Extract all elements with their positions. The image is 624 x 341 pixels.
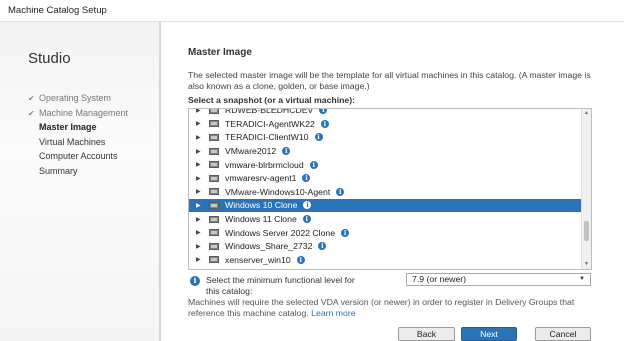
page-title: Master Image [188, 47, 252, 58]
virtual-machine-icon [209, 133, 219, 141]
functional-level-value: 7.9 (or newer) [412, 274, 467, 284]
title-bar: Machine Catalog Setup [0, 0, 624, 22]
tree-item[interactable]: ▶ Windows 11 Clone i [189, 212, 582, 226]
info-icon[interactable]: i [302, 174, 311, 183]
main-panel: Master Image The selected master image w… [161, 22, 624, 341]
virtual-machine-icon [209, 229, 219, 237]
expand-arrow-icon[interactable]: ▶ [196, 161, 204, 168]
scrollbar-thumb[interactable] [584, 221, 589, 241]
snapshot-tree[interactable]: ▶ RDWEB-BLEDHCDEV i ▶ TERADICI-AgentWK22 i ▶ TE… [188, 108, 592, 270]
step-virtual-machines: Virtual Machines [39, 136, 106, 147]
tree-scrollbar[interactable]: ▲ ▼ [581, 109, 591, 269]
tree-item-label: RDWEB-BLEDHCDEV [225, 108, 314, 116]
expand-arrow-icon[interactable]: ▶ [196, 229, 204, 236]
scroll-up-arrow-icon[interactable]: ▲ [582, 109, 591, 118]
virtual-machine-icon [209, 120, 219, 128]
expand-arrow-icon[interactable]: ▶ [196, 188, 204, 195]
info-icon[interactable]: i [318, 242, 327, 251]
tree-item[interactable]: ▶ Windows 10 Clone i [189, 198, 582, 213]
tree-item-label: xenserver_win10 [225, 254, 291, 265]
info-icon[interactable]: i [282, 147, 291, 156]
wizard-sidebar: Studio ✔ Operating System ✔ Machine Manage… [0, 22, 161, 341]
info-icon: i [190, 276, 200, 286]
checkmark-icon: ✔ [28, 108, 35, 118]
info-icon[interactable]: i [309, 160, 318, 169]
step-summary: Summary [39, 165, 78, 176]
app-name: Studio [28, 50, 71, 67]
tree-item-label: VMware-Windows10-Agent [225, 186, 331, 197]
checkmark-icon: ✔ [28, 94, 35, 103]
tree-item-label: VMware2012 [225, 146, 277, 157]
tree-item[interactable]: ▶ VMware-Windows10-Agent i [189, 185, 582, 199]
expand-arrow-icon[interactable]: ▶ [196, 109, 204, 114]
virtual-machine-icon [209, 161, 219, 169]
vda-note: Machines will require the selected VDA v… [188, 297, 575, 318]
virtual-machine-icon [209, 188, 219, 196]
tree-item[interactable]: ▶ RDWEB-BLEDHCDEV i [189, 108, 582, 117]
virtual-machine-icon [209, 215, 219, 223]
tree-item[interactable]: ▶ Windows_Share_2732 i [189, 240, 582, 254]
tree-item[interactable]: ▶ vmwaresrv-agent1 i [189, 172, 582, 186]
step-master-image: Master Image [39, 122, 97, 132]
tree-item[interactable]: ▶ TERADICI-AgentWK22 i [189, 117, 582, 131]
tree-item-label: Windows_Share_2732 [225, 241, 313, 252]
scroll-down-arrow-icon[interactable]: ▼ [582, 260, 591, 269]
virtual-machine-icon [209, 256, 219, 264]
expand-arrow-icon[interactable]: ▶ [196, 120, 204, 127]
step-machine-management[interactable]: ✔ Machine Management [28, 108, 128, 123]
step-operating-system[interactable]: ✔ Operating System [28, 93, 128, 108]
tree-item[interactable]: ▶ xenserver_win10 i [189, 253, 582, 267]
tree-item-label: TERADICI-ClientW10 [225, 132, 309, 143]
virtual-machine-icon [209, 109, 219, 114]
expand-arrow-icon[interactable]: ▶ [196, 216, 204, 223]
virtual-machine-icon [209, 147, 219, 155]
cancel-button[interactable]: Cancel [535, 327, 591, 341]
info-icon[interactable]: i [320, 119, 329, 128]
expand-arrow-icon[interactable]: ▶ [196, 243, 204, 250]
tree-item[interactable]: ▶ vmware-blrbrmcloud i [189, 158, 582, 172]
tree-item[interactable]: ▶ TERADICI-ClientW10 i [189, 131, 582, 145]
snapshot-select-label: Select a snapshot (or a virtual machine)… [188, 95, 356, 105]
back-button[interactable]: Back [398, 327, 455, 341]
virtual-machine-icon [209, 242, 219, 250]
step-computer-accounts: Computer Accounts [39, 151, 118, 161]
functional-level-label: Select the minimum functional level for … [206, 275, 355, 296]
tree-item-label: vmware-blrbrmcloud [225, 159, 304, 170]
virtual-machine-icon [209, 174, 219, 182]
info-icon[interactable]: i [303, 201, 312, 210]
info-icon[interactable]: i [319, 109, 328, 115]
expand-arrow-icon[interactable]: ▶ [196, 134, 204, 141]
virtual-machine-icon [209, 201, 219, 209]
tree-item[interactable]: ▶ Windows Server 2022 Clone i [189, 226, 582, 240]
tree-item-label: Windows 11 Clone [225, 214, 297, 225]
next-button[interactable]: Next [461, 327, 517, 341]
step-list: ✔ Operating System ✔ Machine Management Ma… [28, 93, 128, 180]
info-icon[interactable]: i [314, 133, 323, 142]
tree-item-label: Windows 10 Clone [225, 200, 298, 211]
info-icon[interactable]: i [296, 255, 305, 264]
chevron-down-icon: ▼ [579, 276, 585, 282]
expand-arrow-icon[interactable]: ▶ [196, 202, 204, 209]
expand-arrow-icon[interactable]: ▶ [196, 175, 204, 182]
window-title: Machine Catalog Setup [8, 5, 107, 16]
info-icon[interactable]: i [302, 215, 311, 224]
info-icon[interactable]: i [336, 187, 345, 196]
tree-item[interactable]: ▶ VMware2012 i [189, 144, 582, 158]
tree-item-label: TERADICI-AgentWK22 [225, 118, 315, 129]
page-description: The selected master image will be the te… [188, 70, 591, 91]
expand-arrow-icon[interactable]: ▶ [196, 148, 204, 155]
expand-arrow-icon[interactable]: ▶ [196, 256, 204, 263]
tree-item-label: vmwaresrv-agent1 [225, 173, 297, 184]
tree-item-label: Windows Server 2022 Clone [225, 227, 336, 238]
learn-more-link[interactable]: Learn more [311, 308, 355, 318]
functional-level-select[interactable]: 7.9 (or newer) ▼ [406, 273, 591, 286]
info-icon[interactable]: i [341, 228, 350, 237]
